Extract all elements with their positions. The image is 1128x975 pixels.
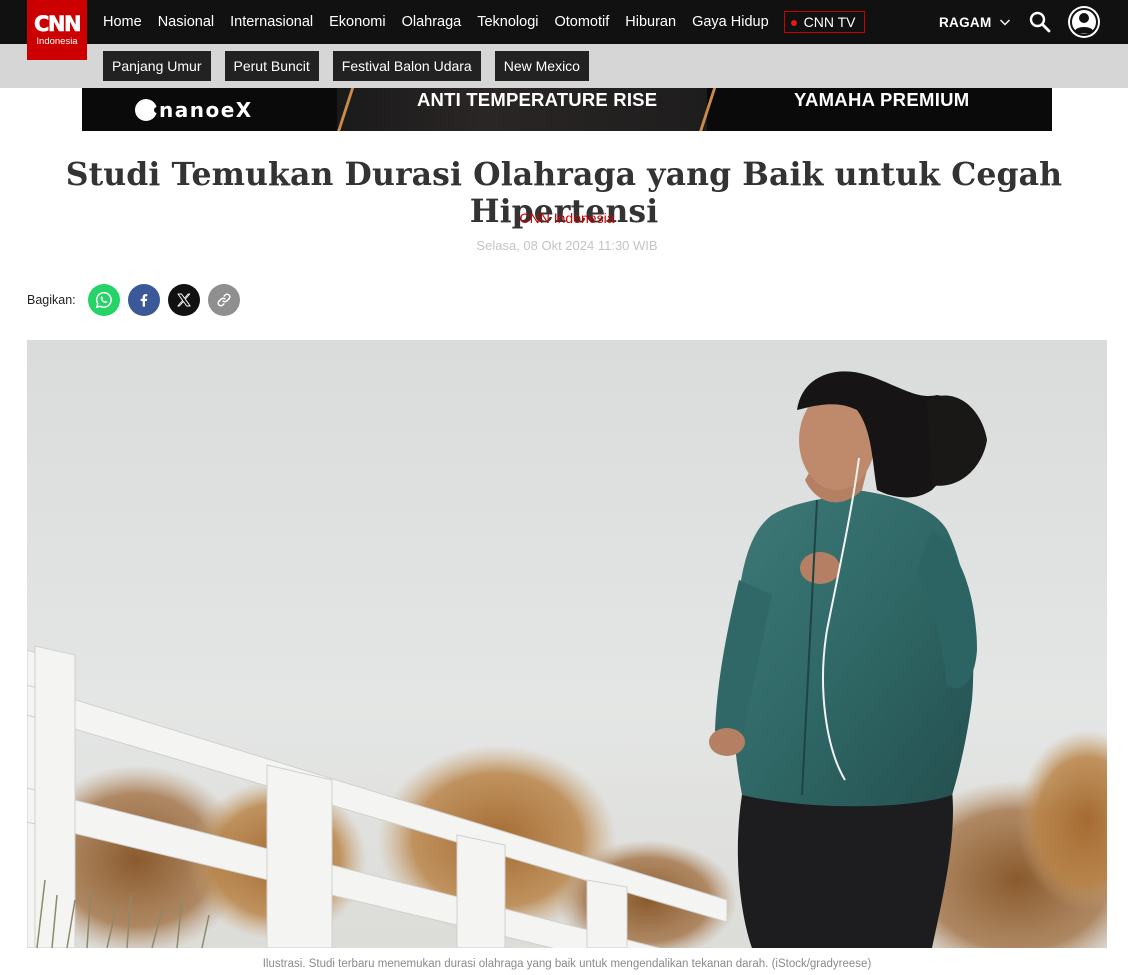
share-facebook-button[interactable] <box>127 284 160 316</box>
nav-item-teknologi[interactable]: Teknologi <box>477 14 538 30</box>
nav-item-nasional[interactable]: Nasional <box>158 14 214 30</box>
x-icon <box>177 293 191 307</box>
share-x-button[interactable] <box>167 284 200 316</box>
copy-link-button[interactable] <box>207 284 240 316</box>
tag-new-mexico[interactable]: New Mexico <box>494 51 589 81</box>
logo-subtitle: Indonesia <box>36 36 78 47</box>
nav-item-internasional[interactable]: Internasional <box>230 14 313 30</box>
nanoe-logo-mark-icon <box>135 99 160 121</box>
article-author[interactable]: CNN Indonesia <box>0 210 1128 226</box>
logo-text: CNN <box>33 12 82 36</box>
chevron-down-icon <box>999 19 1010 26</box>
link-icon <box>217 293 231 307</box>
whatsapp-icon <box>95 291 112 309</box>
tag-perut-buncit[interactable]: Perut Buncit <box>224 51 319 81</box>
nav-item-gaya-hidup[interactable]: Gaya Hidup <box>692 14 769 30</box>
ad-brand-logo: nanoeX <box>135 98 253 122</box>
ad-product-name: YAMAHA PREMIUM <box>794 89 970 110</box>
advertisement-banner[interactable]: nanoeX ANTI TEMPERATURE RISE YAMAHA PREM… <box>82 88 1052 131</box>
nav-item-hiburan[interactable]: Hiburan <box>625 14 676 30</box>
article-date: Selasa, 08 Okt 2024 11:30 WIB <box>476 238 658 253</box>
tag-festival-balon-udara[interactable]: Festival Balon Udara <box>332 51 481 81</box>
article-hero-image[interactable] <box>27 340 1107 948</box>
ad-brand-name: nanoeX <box>159 98 253 122</box>
main-nav: Home Nasional Internasional Ekonomi Olah… <box>103 0 865 44</box>
nav-item-home[interactable]: Home <box>103 14 142 30</box>
image-caption: Ilustrasi. Studi terbaru menemukan duras… <box>262 958 872 970</box>
top-navbar: CNN Indonesia Home Nasional Internasiona… <box>0 0 1128 60</box>
cnn-tv-live-button[interactable]: CNN TV <box>783 11 865 33</box>
ad-headline: ANTI TEMPERATURE RISE <box>417 89 658 110</box>
ragam-menu-button[interactable]: RAGAM <box>939 0 1011 44</box>
live-dot-icon <box>790 20 797 26</box>
nav-item-olahraga[interactable]: Olahraga <box>402 14 462 30</box>
share-bar: Bagikan: <box>27 284 248 316</box>
trending-tags-bar: Panjang Umur Perut Buncit Festival Balon… <box>0 44 1128 88</box>
share-whatsapp-button[interactable] <box>87 284 120 316</box>
share-label: Bagikan: <box>27 293 76 307</box>
cnn-tv-label: CNN TV <box>803 14 856 30</box>
user-avatar-icon[interactable] <box>1068 6 1100 38</box>
tag-panjang-umur[interactable]: Panjang Umur <box>103 51 211 81</box>
ragam-label: RAGAM <box>939 14 992 30</box>
cnn-indonesia-logo[interactable]: CNN Indonesia <box>27 0 87 60</box>
nav-item-ekonomi[interactable]: Ekonomi <box>329 14 385 30</box>
facebook-icon <box>140 294 147 307</box>
search-icon[interactable] <box>1029 11 1051 33</box>
nav-item-otomotif[interactable]: Otomotif <box>554 14 609 30</box>
